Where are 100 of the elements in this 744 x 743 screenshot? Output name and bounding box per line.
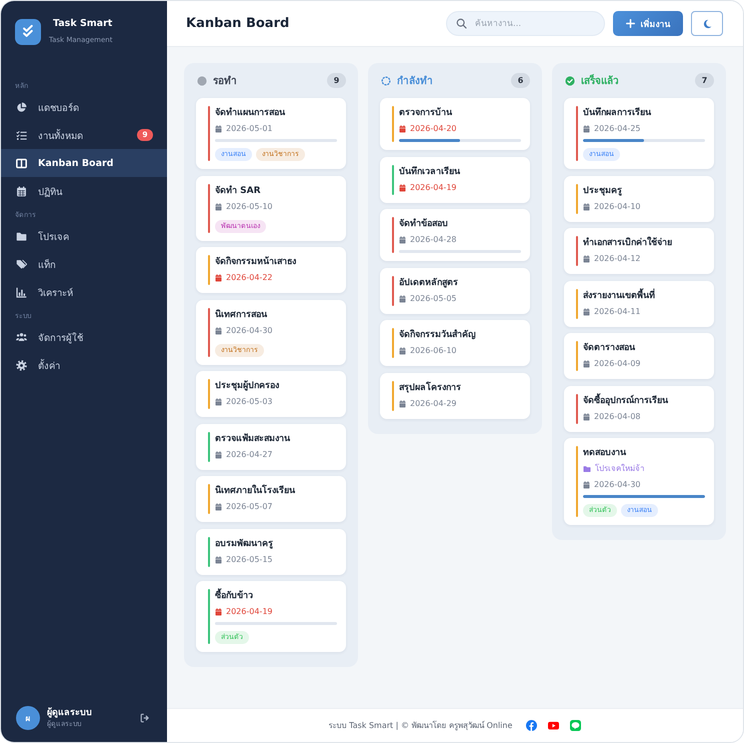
task-title: บันทึกเวลาเรียน [399,165,461,178]
due-date: 2026-04-12 [594,253,640,265]
theme-toggle-button[interactable] [691,11,723,36]
due-date: 2026-05-10 [226,200,272,212]
nav-label: แท็ก [38,258,56,272]
column-title: กำลังทำ [397,74,433,88]
nav-label: Kanban Board [38,158,114,168]
nav-item[interactable]: โปรเจค [1,222,167,250]
calendar-icon [399,236,406,244]
task-card[interactable]: บันทึกเวลาเรียน 2026-04-19 [380,156,530,202]
footer-text: ระบบ Task Smart | © พัฒนาโดย ครูพสุวัฒน์ Online [328,720,512,732]
chat-bubble-icon[interactable] [570,720,582,731]
project-name: โปรเจคใหม่จ้า [595,462,644,475]
task-card[interactable]: อบรมพัฒนาครู 2026-05-15 [196,528,346,574]
facebook-icon[interactable] [526,720,538,731]
nav-item[interactable]: แดชบอร์ด [1,93,167,121]
tags-icon [16,258,27,270]
task-title: ทำเอกสารเบิกค่าใช้จ่าย [583,236,673,250]
calendar-icon [583,125,590,133]
task-title: ประชุมผู้ปกครอง [215,379,280,393]
calendar-icon [399,125,406,133]
nav-label: แดชบอร์ด [38,102,79,114]
logout-icon[interactable] [140,713,150,723]
calendar-icon [215,398,222,406]
task-card[interactable]: นิเทศภายในโรงเรียน 2026-05-07 [196,476,346,522]
count-badge: 7 [695,73,714,88]
task-card[interactable]: จัดทำข้อสอบ 2026-04-28 [380,209,530,261]
app-name: Task Smart [53,18,112,30]
calendar-icon [583,202,590,210]
nav-label: ปฏิทิน [38,186,62,198]
page-title: Kanban Board [186,16,290,31]
folder-icon [583,465,591,473]
task-card[interactable]: ตรวจการบ้าน 2026-04-20 [380,98,530,150]
due-date: 2026-04-25 [594,123,640,135]
task-card[interactable]: จัดตารางสอน 2026-04-09 [564,333,714,379]
calendar-icon [399,400,406,408]
task-title: นิเทศการสอน [215,308,268,322]
task-title: นิเทศภายในโรงเรียน [215,484,296,498]
task-title: ซื้อกับข้าว [215,589,337,603]
due-date: 2026-04-09 [594,358,640,370]
task-card[interactable]: ตรวจแฟ้มสะสมงาน 2026-04-27 [196,424,346,470]
users-icon [16,332,27,342]
due-date: 2026-04-19 [410,182,456,194]
task-title: จัดทำแผนการสอน [215,106,286,120]
due-date: 2026-04-30 [594,479,640,491]
task-card[interactable]: ประชุมผู้ปกครอง 2026-05-03 [196,371,346,417]
plus-icon [626,19,634,28]
search-field[interactable]: ค้นหางาน... [446,11,605,36]
task-card[interactable]: ประชุมครู 2026-04-10 [564,176,714,222]
calendar-icon [215,503,222,511]
task-card[interactable]: สรุปผลโครงการ 2026-04-29 [380,372,530,418]
moon-icon [702,18,712,28]
task-card[interactable]: ส่งรายงานเขตพื้นที่ 2026-04-11 [564,280,714,326]
task-card[interactable]: จัดกิจกรรมวันสำคัญ 2026-06-10 [380,320,530,366]
due-date: 2026-05-05 [410,292,456,304]
due-date: 2026-04-19 [226,606,272,618]
calendar-icon [583,255,590,263]
youtube-icon[interactable] [548,720,560,731]
due-date: 2026-05-07 [226,501,272,513]
task-title: สรุปผลโครงการ [399,380,462,394]
due-date: 2026-05-01 [226,123,272,135]
search-icon [456,18,467,29]
nav-label: จัดการผู้ใช้ [38,332,83,344]
columns-icon [16,158,27,168]
nav-item[interactable]: วิเคราะห์ [1,278,167,306]
nav-item[interactable]: จัดการผู้ใช้ [1,323,167,351]
task-card[interactable]: ทำเอกสารเบิกค่าใช้จ่าย 2026-04-12 [564,228,714,274]
nav-label: ตั้งค่า [38,358,60,372]
due-date: 2026-04-27 [226,448,272,460]
due-date: 2026-04-28 [410,234,456,246]
calendar-icon [583,481,590,489]
nav-item[interactable]: ปฏิทิน [1,177,167,205]
due-date: 2026-04-11 [594,306,640,318]
task-card[interactable]: อัปเดตหลักสูตร 2026-05-05 [380,268,530,314]
calendar-icon [399,294,406,302]
due-date: 2026-04-10 [594,200,640,212]
nav-item[interactable]: Kanban Board [1,149,167,177]
column-title: รอทำ [213,74,237,88]
task-title: ประชุมครู [583,184,623,198]
task-title: ทดสอบงาน [583,447,627,460]
task-title: จัดทำข้อสอบ [399,217,449,231]
user-avatar: ผ [16,706,40,730]
due-date: 2026-05-03 [226,396,272,408]
task-title: จัดซื้ออุปกรณ์การเรียน [583,394,705,408]
count-badge: 6 [511,73,530,88]
due-date: 2026-04-20 [410,123,456,135]
calendar-icon [215,202,222,210]
task-title: ตรวจการบ้าน [399,106,453,120]
task-card[interactable]: จัดกิจกรรมหน้าเสาธง 2026-04-22 [196,247,346,293]
task-title: ส่งรายงานเขตพื้นที่ [583,288,705,302]
due-date: 2026-05-15 [226,554,272,566]
task-title: จัดตารางสอน [583,342,636,355]
nav-item[interactable]: ตั้งค่า [1,351,167,379]
nav-item[interactable]: แท็ก [1,250,167,278]
calendar-icon [215,608,222,616]
add-task-button[interactable]: เพิ่มงาน [613,11,683,36]
task-title: อัปเดตหลักสูตร [399,276,459,290]
calendar-icon [583,308,590,316]
task-card[interactable]: จัดซื้ออุปกรณ์การเรียน 2026-04-08 [564,386,714,432]
calendar-icon [583,412,590,420]
